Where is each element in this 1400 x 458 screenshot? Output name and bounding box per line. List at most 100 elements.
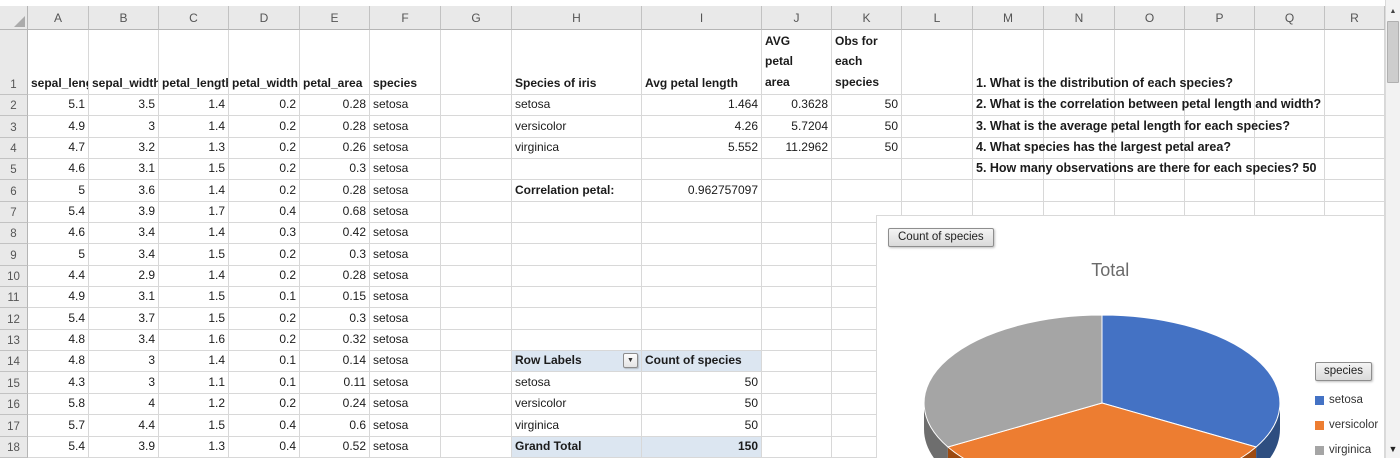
cell-C10[interactable]: 1.4 (159, 265, 229, 288)
row-header-3[interactable]: 3 (0, 116, 28, 138)
cell-F11[interactable]: setosa (370, 287, 441, 309)
cell-D15[interactable]: 0.1 (229, 372, 300, 394)
cell-D17[interactable]: 0.4 (229, 415, 300, 437)
cell-K1[interactable]: Obs for each species (832, 30, 902, 95)
legend-item-versicolor[interactable]: versicolor (1315, 419, 1385, 431)
cell-C4[interactable]: 1.3 (159, 137, 229, 160)
cell-J18[interactable] (762, 436, 832, 458)
cell-A7[interactable]: 5.4 (28, 201, 89, 224)
cell-J10[interactable] (762, 265, 832, 288)
cell-J5[interactable] (762, 159, 832, 181)
cell-J15[interactable] (762, 372, 832, 394)
cell-H16[interactable]: versicolor (512, 393, 642, 416)
cell-B15[interactable]: 3 (89, 372, 159, 394)
cell-G7[interactable] (441, 201, 512, 224)
cell-I3[interactable]: 4.26 (642, 116, 762, 138)
column-header-C[interactable]: C (159, 6, 229, 30)
cell-B5[interactable]: 3.1 (89, 159, 159, 181)
cell-I14[interactable]: Count of species (642, 351, 762, 373)
cell-C3[interactable]: 1.4 (159, 116, 229, 138)
cell-I2[interactable]: 1.464 (642, 95, 762, 117)
cell-A12[interactable]: 5.4 (28, 308, 89, 330)
cell-O6[interactable] (1115, 180, 1185, 202)
cell-C14[interactable]: 1.4 (159, 351, 229, 373)
row-header-9[interactable]: 9 (0, 244, 28, 266)
cell-B4[interactable]: 3.2 (89, 137, 159, 160)
cell-G4[interactable] (441, 137, 512, 160)
cell-D8[interactable]: 0.3 (229, 223, 300, 245)
cell-J9[interactable] (762, 244, 832, 266)
cell-J2[interactable]: 0.3628 (762, 95, 832, 117)
row-header-18[interactable]: 18 (0, 436, 28, 458)
cell-B1[interactable]: sepal_width (89, 30, 159, 95)
row-header-13[interactable]: 13 (0, 329, 28, 352)
cell-I18[interactable]: 150 (642, 436, 762, 458)
cell-F1[interactable]: species (370, 30, 441, 95)
cell-Q6[interactable] (1255, 180, 1325, 202)
cell-F7[interactable]: setosa (370, 201, 441, 224)
cell-G2[interactable] (441, 95, 512, 117)
cell-A3[interactable]: 4.9 (28, 116, 89, 138)
cell-A15[interactable]: 4.3 (28, 372, 89, 394)
cell-H2[interactable]: setosa (512, 95, 642, 117)
cell-B17[interactable]: 4.4 (89, 415, 159, 437)
cell-D10[interactable]: 0.2 (229, 265, 300, 288)
cell-D11[interactable]: 0.1 (229, 287, 300, 309)
cell-D7[interactable]: 0.4 (229, 201, 300, 224)
cell-M1[interactable]: 1. What is the distribution of each spec… (973, 30, 1233, 95)
cell-D2[interactable]: 0.2 (229, 95, 300, 117)
cell-F2[interactable]: setosa (370, 95, 441, 117)
cell-G16[interactable] (441, 393, 512, 416)
cell-G1[interactable] (441, 30, 512, 95)
cell-A14[interactable]: 4.8 (28, 351, 89, 373)
cell-F5[interactable]: setosa (370, 159, 441, 181)
cell-H1[interactable]: Species of iris (512, 30, 642, 95)
cell-I8[interactable] (642, 223, 762, 245)
column-header-N[interactable]: N (1044, 6, 1115, 30)
row-header-15[interactable]: 15 (0, 372, 28, 394)
cell-I4[interactable]: 5.552 (642, 137, 762, 160)
cell-D13[interactable]: 0.2 (229, 329, 300, 352)
cell-C17[interactable]: 1.5 (159, 415, 229, 437)
row-header-14[interactable]: 14 (0, 351, 28, 373)
cell-G5[interactable] (441, 159, 512, 181)
cell-A5[interactable]: 4.6 (28, 159, 89, 181)
cell-G12[interactable] (441, 308, 512, 330)
cell-C7[interactable]: 1.7 (159, 201, 229, 224)
column-header-B[interactable]: B (89, 6, 159, 30)
row-header-6[interactable]: 6 (0, 180, 28, 202)
cell-C16[interactable]: 1.2 (159, 393, 229, 416)
column-header-O[interactable]: O (1115, 6, 1185, 30)
cell-D6[interactable]: 0.2 (229, 180, 300, 202)
row-header-5[interactable]: 5 (0, 159, 28, 181)
cell-I13[interactable] (642, 329, 762, 352)
cell-K5[interactable] (832, 159, 902, 181)
column-header-E[interactable]: E (300, 6, 370, 30)
cell-D9[interactable]: 0.2 (229, 244, 300, 266)
cell-G6[interactable] (441, 180, 512, 202)
cell-M2[interactable]: 2. What is the correlation between petal… (973, 95, 1321, 117)
cell-B11[interactable]: 3.1 (89, 287, 159, 309)
cell-H18[interactable]: Grand Total (512, 436, 642, 458)
cell-H9[interactable] (512, 244, 642, 266)
cell-A13[interactable]: 4.8 (28, 329, 89, 352)
cell-H15[interactable]: setosa (512, 372, 642, 394)
cell-A10[interactable]: 4.4 (28, 265, 89, 288)
cell-B13[interactable]: 3.4 (89, 329, 159, 352)
cell-F8[interactable]: setosa (370, 223, 441, 245)
cell-M4[interactable]: 4. What species has the largest petal ar… (973, 137, 1231, 160)
pie-3d-chart[interactable] (912, 308, 1292, 458)
cell-C15[interactable]: 1.1 (159, 372, 229, 394)
cell-I9[interactable] (642, 244, 762, 266)
cell-B8[interactable]: 3.4 (89, 223, 159, 245)
cell-M5[interactable]: 5. How many observations are there for e… (973, 159, 1316, 181)
cell-B10[interactable]: 2.9 (89, 265, 159, 288)
cell-L3[interactable] (902, 116, 973, 138)
cell-H3[interactable]: versicolor (512, 116, 642, 138)
cell-C18[interactable]: 1.3 (159, 436, 229, 458)
cell-C1[interactable]: petal_length (159, 30, 229, 95)
cell-I7[interactable] (642, 201, 762, 224)
cell-A1[interactable]: sepal_length (28, 30, 89, 95)
cell-B16[interactable]: 4 (89, 393, 159, 416)
cell-J6[interactable] (762, 180, 832, 202)
